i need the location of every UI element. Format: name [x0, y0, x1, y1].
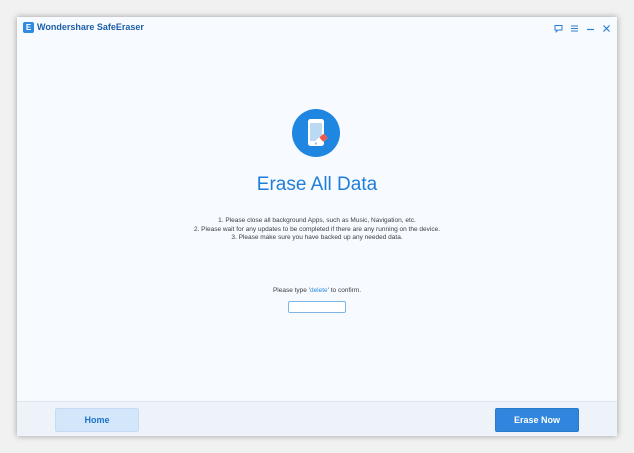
confirm-suffix: ' to confirm.: [327, 287, 362, 294]
instruction-line: 2. Please wait for any updates to be com…: [193, 225, 441, 233]
confirm-prompt: Please type 'delete' to confirm.: [17, 286, 617, 295]
menu-icon[interactable]: [570, 24, 579, 33]
feedback-icon[interactable]: [554, 24, 563, 33]
app-logo-icon: E: [23, 22, 34, 33]
confirm-delete-input[interactable]: [288, 301, 346, 313]
page-title: Erase All Data: [256, 174, 378, 195]
close-icon[interactable]: [602, 24, 611, 33]
instructions: 1. Please close all background Apps, suc…: [17, 217, 617, 243]
title-bar: E Wondershare SafeEraser: [17, 17, 617, 39]
instruction-line: 3. Please make sure you have backed up a…: [231, 234, 403, 241]
window-controls: [554, 21, 611, 35]
instruction-line: 1. Please close all background Apps, suc…: [218, 217, 416, 224]
home-button[interactable]: Home: [55, 408, 139, 432]
confirm-prefix: Please type ': [272, 287, 310, 294]
phone-eraser-icon: [292, 109, 340, 157]
confirm-keyword: delete: [309, 287, 328, 294]
footer-bar: Home Erase Now: [17, 401, 617, 436]
app-title: Wondershare SafeEraser: [37, 22, 144, 32]
erase-now-button[interactable]: Erase Now: [495, 408, 579, 432]
minimize-icon[interactable]: [586, 24, 595, 33]
app-window: E Wondershare SafeEraser Erase All Data …: [17, 17, 617, 436]
